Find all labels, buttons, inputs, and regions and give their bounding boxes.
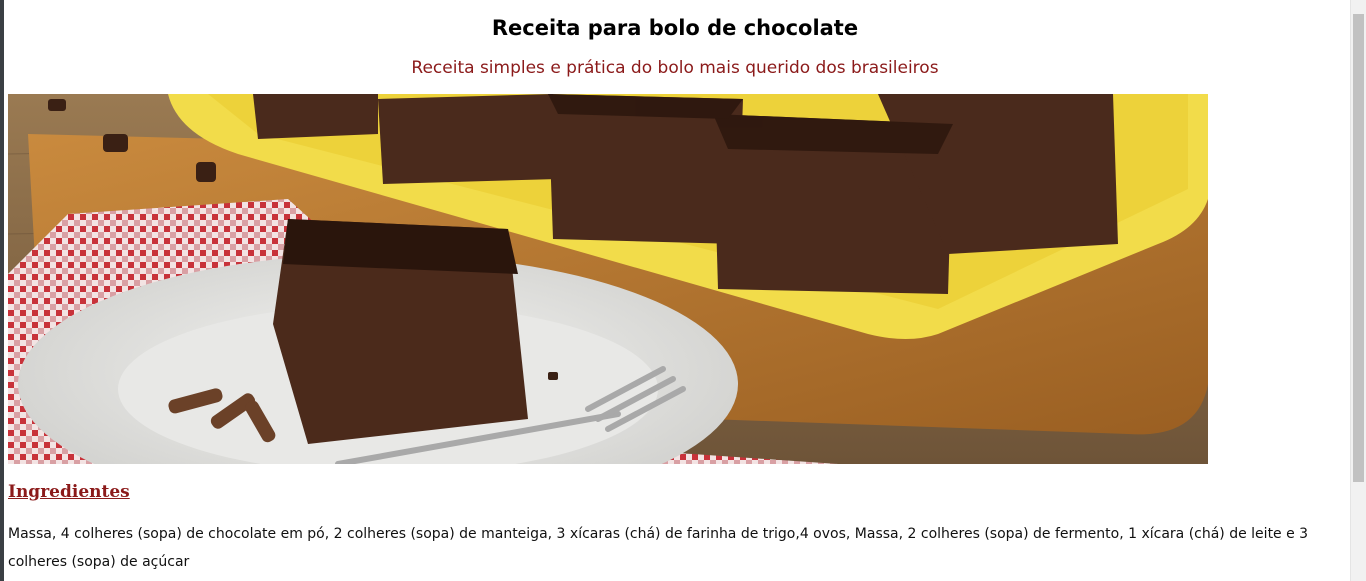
vertical-scrollbar[interactable] (1350, 0, 1366, 581)
page-subtitle: Receita simples e prática do bolo mais q… (411, 58, 939, 78)
page-title: Receita para bolo de chocolate (491, 16, 859, 40)
ingredients-heading: Ingredientes (8, 482, 130, 502)
ingredients-text: Massa, 4 colheres (sopa) de chocolate em… (8, 526, 1309, 570)
window-left-border (0, 0, 4, 581)
cake-hero-image (8, 94, 1208, 464)
scrollbar-thumb[interactable] (1353, 14, 1364, 482)
